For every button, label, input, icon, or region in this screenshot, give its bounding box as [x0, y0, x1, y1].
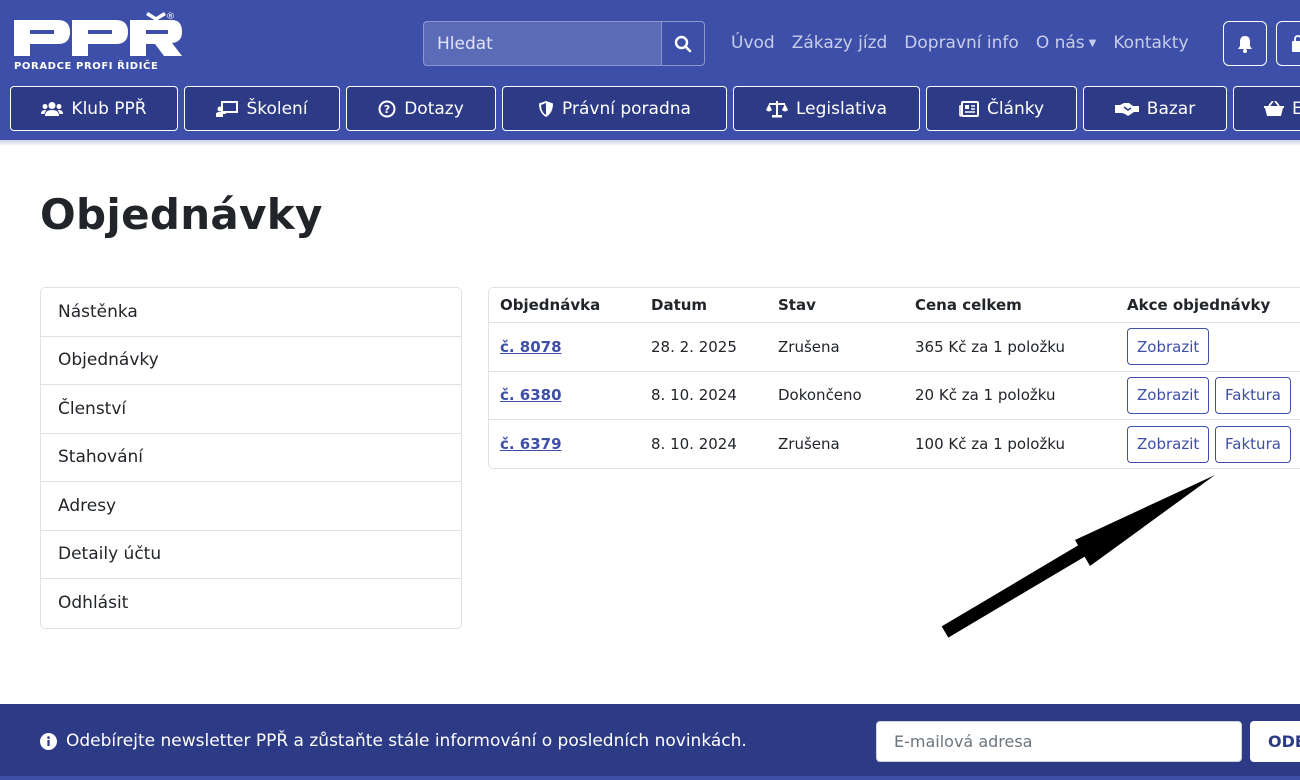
top-nav-uvod[interactable]: Úvod: [731, 31, 775, 55]
column-header-total: Cena celkem: [904, 288, 1116, 323]
sidebar-item-detaily-uctu[interactable]: Detaily účtu: [41, 531, 461, 579]
order-number-cell: č. 6379: [489, 420, 640, 469]
search-button[interactable]: [661, 21, 705, 66]
view-order-button[interactable]: Zobrazit: [1127, 328, 1210, 366]
newsletter-subscribe-button[interactable]: ODE: [1250, 721, 1300, 762]
main-nav-pravni-poradna[interactable]: Právní poradna: [502, 86, 727, 131]
table-row: č. 6380 8. 10. 2024 Dokončeno 20 Kč za 1…: [489, 372, 1300, 420]
shield-icon: [539, 100, 554, 117]
cart-button[interactable]: [1276, 21, 1300, 66]
top-nav: Úvod Zákazy jízd Dopravní info O nás ▼ Ko…: [731, 31, 1206, 55]
sidebar-item-clenstvi[interactable]: Členství: [41, 385, 461, 434]
order-status: Zrušena: [778, 435, 840, 454]
page-title: Objednávky: [40, 190, 323, 239]
footer-edge: [0, 776, 1300, 780]
order-actions: Zobrazit: [1116, 323, 1300, 372]
main-nav-klub-ppr[interactable]: Klub PPŘ: [10, 86, 178, 131]
column-header-actions: Akce objednávky: [1116, 288, 1300, 323]
newspaper-icon: [959, 100, 979, 117]
registered-mark: ®: [166, 12, 175, 22]
view-order-button[interactable]: Zobrazit: [1127, 376, 1210, 414]
main-nav-bazar-label: Bazar: [1146, 98, 1196, 119]
svg-text:?: ?: [384, 103, 390, 116]
site-header: ® PORADCE PROFI ŘIDIČE Úvod Zákazy jízd …: [0, 0, 1300, 146]
invoice-button[interactable]: Faktura: [1215, 425, 1291, 463]
annotation-arrow-icon: [941, 475, 1215, 638]
chevron-down-icon: ▼: [1088, 37, 1097, 49]
top-nav-o-nas[interactable]: O nás ▼: [1036, 31, 1097, 55]
top-nav-dopravni-info[interactable]: Dopravní info: [904, 31, 1019, 55]
question-circle-icon: ?: [378, 100, 396, 117]
order-number-link[interactable]: č. 6379: [500, 435, 562, 453]
shopping-bag-icon: [1292, 34, 1300, 52]
order-date: 8. 10. 2024: [651, 435, 737, 454]
sidebar-item-objednavky[interactable]: Objednávky: [41, 337, 461, 385]
main-nav-eshop-label: E: [1292, 98, 1300, 119]
main-nav-eshop[interactable]: E: [1233, 86, 1300, 131]
bell-icon: [1238, 35, 1252, 53]
search-icon: [674, 35, 692, 52]
sidebar-item-stahovani[interactable]: Stahování: [41, 434, 461, 482]
main-nav-skoleni-label: Školení: [246, 98, 308, 119]
order-date: 8. 10. 2024: [640, 372, 767, 420]
order-actions: Zobrazit Faktura: [1116, 372, 1300, 420]
scales-icon: [765, 100, 788, 117]
newsletter-email-input[interactable]: [876, 721, 1242, 762]
main-nav-clanky-label: Články: [986, 98, 1045, 119]
main-nav-legislativa-label: Legislativa: [795, 98, 887, 119]
order-number-link[interactable]: č. 6380: [500, 386, 562, 404]
logo-tagline: PORADCE PROFI ŘIDIČE: [14, 61, 159, 72]
column-header-status: Stav: [767, 288, 904, 323]
order-status: Zrušena: [767, 323, 904, 372]
orders-table-card: Objednávka Datum Stav Cena celkem Akce o…: [488, 287, 1300, 469]
sidebar-item-adresy[interactable]: Adresy: [41, 482, 461, 531]
order-total: 20 Kč za 1 položku: [904, 372, 1116, 420]
presentation-icon: [216, 100, 239, 117]
order-total: 365 Kč za 1 položku: [904, 323, 1116, 372]
main-nav-bazar[interactable]: Bazar: [1083, 86, 1227, 131]
sidebar-item-nastenka[interactable]: Nástěnka: [41, 288, 461, 337]
order-number-cell: č. 8078: [489, 323, 640, 372]
ppr-logo[interactable]: ® PORADCE PROFI ŘIDIČE: [12, 12, 182, 74]
account-sidebar: Nástěnka Objednávky Členství Stahování A…: [40, 287, 462, 629]
column-header-date: Datum: [640, 288, 767, 323]
order-status: Dokončeno: [767, 372, 904, 420]
notifications-button[interactable]: [1223, 21, 1267, 66]
main-nav: Klub PPŘ Školení ? Dotazy Právní poradna: [10, 86, 1300, 131]
users-icon: [41, 101, 64, 116]
newsletter-text: Odebírejte newsletter PPŘ a zůstaňte stá…: [66, 731, 747, 751]
view-order-button[interactable]: Zobrazit: [1127, 425, 1210, 463]
main-nav-skoleni[interactable]: Školení: [184, 86, 340, 131]
top-nav-zakazy-jizd[interactable]: Zákazy jízd: [792, 31, 888, 55]
handshake-icon: [1114, 102, 1139, 116]
invoice-button[interactable]: Faktura: [1215, 376, 1291, 414]
top-nav-kontakty[interactable]: Kontakty: [1113, 31, 1188, 55]
main-nav-dotazy[interactable]: ? Dotazy: [346, 86, 496, 131]
table-row: č. 8078 28. 2. 2025 Zrušena 365 Kč za 1 …: [489, 323, 1300, 372]
main-nav-pravni-poradna-label: Právní poradna: [562, 98, 691, 119]
newsletter-message: Odebírejte newsletter PPŘ a zůstaňte stá…: [40, 731, 747, 751]
orders-table: Objednávka Datum Stav Cena celkem Akce o…: [489, 288, 1300, 469]
column-header-order: Objednávka: [489, 288, 640, 323]
order-number-link[interactable]: č. 8078: [500, 338, 562, 356]
ppr-logo-mark: [14, 12, 182, 56]
order-date: 28. 2. 2025: [640, 323, 767, 372]
main-nav-dotazy-label: Dotazy: [404, 98, 464, 119]
main-nav-clanky[interactable]: Články: [926, 86, 1077, 131]
newsletter-bar: Odebírejte newsletter PPŘ a zůstaňte stá…: [0, 704, 1300, 780]
search-input[interactable]: [423, 21, 661, 66]
top-nav-o-nas-label: O nás: [1035, 33, 1085, 53]
info-icon: [40, 732, 57, 750]
orders-table-header: Objednávka Datum Stav Cena celkem Akce o…: [489, 288, 1300, 323]
order-number-cell: č. 6380: [489, 372, 640, 420]
sidebar-item-odhlasit[interactable]: Odhlásit: [41, 579, 461, 628]
basket-icon: [1264, 100, 1284, 116]
main-nav-legislativa[interactable]: Legislativa: [733, 86, 920, 131]
main-nav-klub-ppr-label: Klub PPŘ: [71, 98, 147, 119]
search-form: [423, 21, 705, 66]
